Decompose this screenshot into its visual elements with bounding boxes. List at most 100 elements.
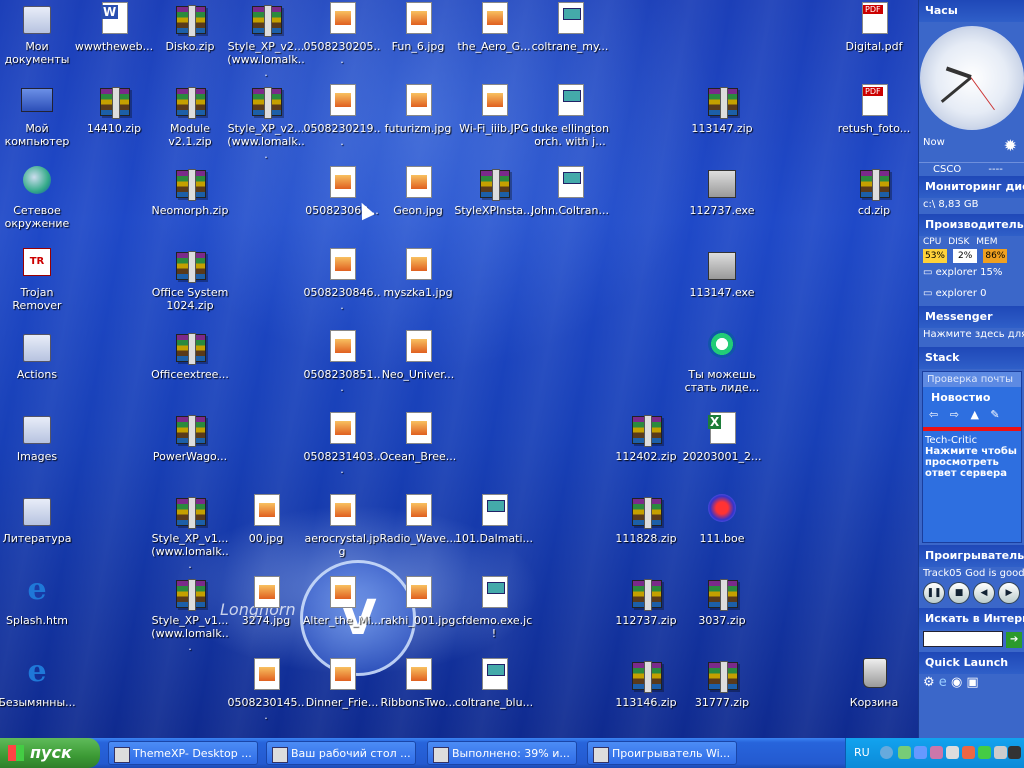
desktop-icon-zip[interactable]: StyleXPInsta... <box>454 166 534 246</box>
desktop-icon-image[interactable]: rakhi_001.jpg <box>378 576 458 656</box>
desktop-icon-images[interactable]: Images <box>0 412 77 492</box>
desktop-icon-zip[interactable]: 112737.zip <box>606 576 686 656</box>
ie-icon[interactable]: e <box>939 675 947 690</box>
desktop-icon-image[interactable]: aerocrystal.jpg <box>302 494 382 574</box>
desktop-icon-boe[interactable]: 111.boe <box>682 494 762 574</box>
desktop-icon-image[interactable]: 0508230219... <box>302 84 382 164</box>
desktop-icon-doc[interactable]: John.Coltran... <box>530 166 610 246</box>
desktop-icon-image[interactable]: myszka1.jpg <box>378 248 458 328</box>
desktop-icon-image[interactable]: 0508230145... <box>226 658 306 738</box>
taskbar-button-player[interactable]: Проигрыватель Wi... <box>587 741 737 765</box>
next-icon[interactable]: ▶ <box>998 582 1020 604</box>
desktop-icon-zip[interactable]: 3037.zip <box>682 576 762 656</box>
taskbar-button-download[interactable]: Выполнено: 39% и... <box>427 741 577 765</box>
desktop-icon-pdf[interactable]: Digital.pdf <box>834 2 914 82</box>
analog-clock[interactable] <box>920 26 1024 130</box>
desktop-icon-zip[interactable]: Style_XP_v1... (www.lomalk... <box>150 576 230 656</box>
desktop-icon-pdf[interactable]: retush_foto... <box>834 84 914 164</box>
desktop-icon-zip[interactable]: Office System 1024.zip <box>150 248 230 328</box>
messenger-link[interactable]: Нажмите здесь для <box>919 328 1024 341</box>
desktop-icon-zip[interactable]: 113147.zip <box>682 84 762 164</box>
desktop-icon-image[interactable]: Radio_Wave... <box>378 494 458 574</box>
stop-icon[interactable]: ■ <box>948 582 970 604</box>
desktop-icon-image[interactable]: RibbonsTwo... <box>378 658 458 738</box>
desktop-icon-recycle-bin[interactable]: Корзина <box>834 658 914 738</box>
tray-icon-1[interactable] <box>898 746 911 759</box>
desktop-icon-image[interactable]: Geon.jpg <box>378 166 458 246</box>
pause-icon[interactable]: ❚❚ <box>923 582 945 604</box>
desktop-icon-image[interactable]: Ocean_Bree... <box>378 412 458 492</box>
tray-icon-2[interactable] <box>914 746 927 759</box>
desktop-icon-zip[interactable]: Neomorph.zip <box>150 166 230 246</box>
desktop-icon-my-computer[interactable]: Мой компьютер <box>0 84 77 164</box>
desktop[interactable]: Longhorn V Мои документы Мой компьютер С… <box>0 0 1024 738</box>
desktop-icon-zip[interactable]: Module v2.1.zip <box>150 84 230 164</box>
desktop-icon-doc[interactable]: coltrane_my... <box>530 2 610 82</box>
forward-arrow-icon[interactable]: ⇨ <box>950 408 959 421</box>
desktop-icon-image[interactable]: the_Aero_G... <box>454 2 534 82</box>
desktop-icon-exe[interactable]: 112737.exe <box>682 166 762 246</box>
desktop-icon-image[interactable]: 00.jpg <box>226 494 306 574</box>
news-tab[interactable]: Новостио <box>923 387 1021 406</box>
search-input[interactable] <box>923 631 1003 647</box>
desktop-icon-my-documents[interactable]: Мои документы <box>0 2 77 82</box>
prev-icon[interactable]: ◀ <box>973 582 995 604</box>
desktop-icon-literatura[interactable]: Литература <box>0 494 77 574</box>
desktop-icon-image[interactable]: 0508230851... <box>302 330 382 410</box>
desktop-icon-xls[interactable]: 20203001_2... <box>682 412 762 492</box>
tray-icon-4[interactable] <box>946 746 959 759</box>
search-go-icon[interactable]: ➔ <box>1006 631 1023 648</box>
desktop-icon-network[interactable]: Сетевое окружение <box>0 166 77 246</box>
tools-icon[interactable]: ⚙ <box>923 675 935 690</box>
media-player-icon[interactable]: ◉ <box>951 675 962 690</box>
tray-icon-6[interactable] <box>978 746 991 759</box>
desktop-icon-doc[interactable]: 101.Dalmati... <box>454 494 534 574</box>
desktop-icon-image[interactable]: 0508230846... <box>302 248 382 328</box>
desktop-icon-trojan-remover[interactable]: TR Trojan Remover <box>0 248 77 328</box>
desktop-icon-untitled[interactable]: e Безымянны... <box>0 657 77 738</box>
desktop-icon-doc[interactable]: wwwtheweb... <box>74 2 154 82</box>
desktop-icon-zip[interactable]: Style_XP_v2... (www.lomalk... <box>226 2 306 82</box>
desktop-icon-zip[interactable]: PowerWago... <box>150 412 230 492</box>
desktop-icon-zip[interactable]: 111828.zip <box>606 494 686 574</box>
desktop-icon-media[interactable]: Ты можешь стать лиде... <box>682 330 762 410</box>
desktop-icon-image[interactable]: Neo_Univer... <box>378 330 458 410</box>
tray-icon-8[interactable] <box>1008 746 1021 759</box>
desktop-icon-image[interactable]: 3274.jpg <box>226 576 306 656</box>
desktop-icon-image[interactable]: Fun_6.jpg <box>378 2 458 82</box>
desktop-icon-zip[interactable]: 112402.zip <box>606 412 686 492</box>
tray-icon-3[interactable] <box>930 746 943 759</box>
start-button[interactable]: пуск <box>0 738 100 768</box>
desktop-icon-image[interactable]: Alter_the_Mi... <box>302 576 382 656</box>
tray-icon-5[interactable] <box>962 746 975 759</box>
desktop-icon-actions[interactable]: Actions <box>0 330 77 410</box>
desktop-icon-image[interactable]: futurizm.jpg <box>378 84 458 164</box>
desktop-icon-image[interactable]: Wi-Fi_iiib.JPG <box>454 84 534 164</box>
desktop-icon-doc[interactable]: coltrane_blu... <box>454 658 534 738</box>
stock-ticker[interactable]: CSCO ---- <box>919 162 1024 176</box>
desktop-icon-zip[interactable]: 31777.zip <box>682 658 762 738</box>
taskbar-button-desktop[interactable]: Ваш рабочий стол ... <box>266 741 416 765</box>
desktop-icon-zip[interactable]: Officeextree... <box>150 330 230 410</box>
desktop-icon-zip[interactable]: cd.zip <box>834 166 914 246</box>
desktop-icon-zip[interactable]: Style_XP_v2... (www.lomalk... <box>226 84 306 164</box>
desktop-icon-zip[interactable]: Disko.zip <box>150 2 230 82</box>
desktop-icon-image[interactable]: Dinner_Frie... <box>302 658 382 738</box>
pencil-icon[interactable]: ✎ <box>990 408 999 421</box>
language-indicator[interactable]: RU <box>854 746 870 759</box>
desktop-icon-splash[interactable]: e Splash.htm <box>0 575 77 656</box>
desktop-icon-doc[interactable]: cfdemo.exe.jc! <box>454 576 534 656</box>
tray-icon-7[interactable] <box>994 746 1007 759</box>
window-icon[interactable]: ▣ <box>966 675 978 690</box>
desktop-icon-zip[interactable]: 113146.zip <box>606 658 686 738</box>
up-arrow-icon[interactable]: ▲ <box>970 408 978 421</box>
check-mail-button[interactable]: Проверка почты <box>923 372 1021 387</box>
desktop-icon-zip[interactable]: 14410.zip <box>74 84 154 164</box>
desktop-icon-zip[interactable]: Style_XP_v1... (www.lomalk... <box>150 494 230 574</box>
desktop-icon-doc[interactable]: duke ellington orch. with j... <box>530 84 610 164</box>
desktop-icon-image[interactable]: 0508230205... <box>302 2 382 82</box>
news-message[interactable]: Нажмите чтобы просмотреть ответ сервера <box>923 446 1021 479</box>
desktop-icon-image[interactable]: 0508231403... <box>302 412 382 492</box>
back-arrow-icon[interactable]: ⇦ <box>929 408 938 421</box>
taskbar-button-themexp[interactable]: ThemeXP- Desktop ... <box>108 741 258 765</box>
